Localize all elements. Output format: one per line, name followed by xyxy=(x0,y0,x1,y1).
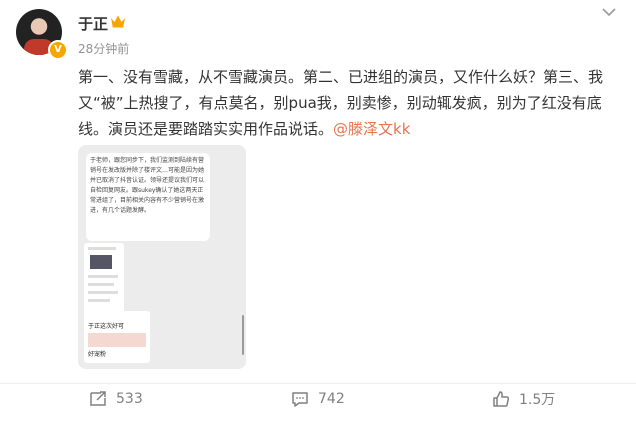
repost-count: 533 xyxy=(116,391,143,407)
attached-image[interactable]: 于老师，跟您同步下，我们监测到陆续有营销号在发改版并除了楼评文…可能是因为她并已… xyxy=(78,145,246,369)
comment-button[interactable]: 742 xyxy=(290,388,345,410)
embedded-comment-preview: 于正这次好可 好宠粉 xyxy=(84,311,150,363)
mention-link[interactable]: @滕泽文kk xyxy=(333,120,410,138)
divider xyxy=(0,383,636,384)
comment-count: 742 xyxy=(318,391,345,407)
image-scrollbar xyxy=(242,315,244,355)
like-button[interactable]: 1.5万 xyxy=(491,388,555,410)
repost-icon xyxy=(90,391,106,406)
more-chevron-icon[interactable] xyxy=(601,6,617,18)
chat-message-bubble: 于老师，跟您同步下，我们监测到陆续有营销号在发改版并除了楼评文…可能是因为她并已… xyxy=(86,153,210,241)
post-content: 第一、没有雪藏，从不雪藏演员。第二、已进组的演员，又作什么妖？第三、我又“被”上… xyxy=(78,64,618,142)
repost-button[interactable]: 533 xyxy=(88,388,143,410)
verified-badge-icon: V xyxy=(48,40,68,60)
post-timestamp[interactable]: 28分钟前 xyxy=(78,40,129,57)
crown-icon xyxy=(111,15,125,28)
weibo-post-card: V 于正 28分钟前 第一、没有雪藏，从不雪藏演员。第二、已进组的演员，又作什么… xyxy=(0,0,636,421)
comment-icon xyxy=(292,392,308,407)
username[interactable]: 于正 xyxy=(78,13,108,34)
like-icon xyxy=(493,391,510,407)
embedded-title: 于正这次好可 xyxy=(88,323,125,330)
like-count: 1.5万 xyxy=(519,392,556,408)
embedded-subtitle: 好宠粉 xyxy=(88,351,107,358)
